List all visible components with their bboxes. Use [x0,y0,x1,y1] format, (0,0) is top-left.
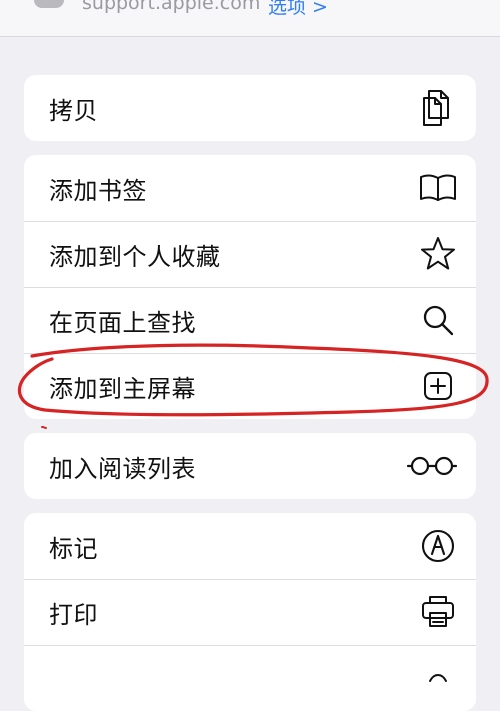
copy-icon [418,88,458,128]
add-home-screen-row[interactable]: 添加到主屏幕 [24,353,476,419]
plus-square-icon [418,366,458,406]
copy-label: 拷贝 [49,96,98,125]
markup-row[interactable]: 标记 [24,513,476,579]
find-on-page-row[interactable]: 在页面上查找 [24,287,476,353]
print-label: 打印 [49,600,98,629]
add-home-screen-label: 添加到主屏幕 [49,374,196,403]
book-icon [418,168,458,208]
copy-row[interactable]: 拷贝 [24,75,476,141]
add-bookmark-label: 添加书签 [49,176,147,205]
star-icon [418,234,458,274]
top-browser-bar: support.apple.com 选项 > [0,0,500,37]
site-url-text: support.apple.com [82,0,261,14]
site-icon [34,0,64,8]
options-link[interactable]: 选项 > [268,0,328,19]
markup-icon [418,526,458,566]
markup-label: 标记 [49,534,98,563]
find-on-page-label: 在页面上查找 [49,308,196,337]
glasses-icon [406,446,458,486]
reading-list-label: 加入阅读列表 [49,454,196,483]
menu-group-tools: 标记 打印 [24,513,476,711]
search-icon [418,300,458,340]
print-row[interactable]: 打印 [24,579,476,645]
menu-group-copy: 拷贝 [24,75,476,141]
reading-list-row[interactable]: 加入阅读列表 [24,433,476,499]
printer-icon [418,592,458,632]
add-bookmark-row[interactable]: 添加书签 [24,155,476,221]
add-favorites-label: 添加到个人收藏 [49,242,221,271]
partial-icon [418,658,458,698]
menu-group-reading-list: 加入阅读列表 [24,433,476,499]
menu-group-page-actions: 添加书签 添加到个人收藏 在页面上查找 添加到主屏幕 [24,155,476,419]
add-favorites-row[interactable]: 添加到个人收藏 [24,221,476,287]
next-menu-row[interactable] [24,645,476,711]
